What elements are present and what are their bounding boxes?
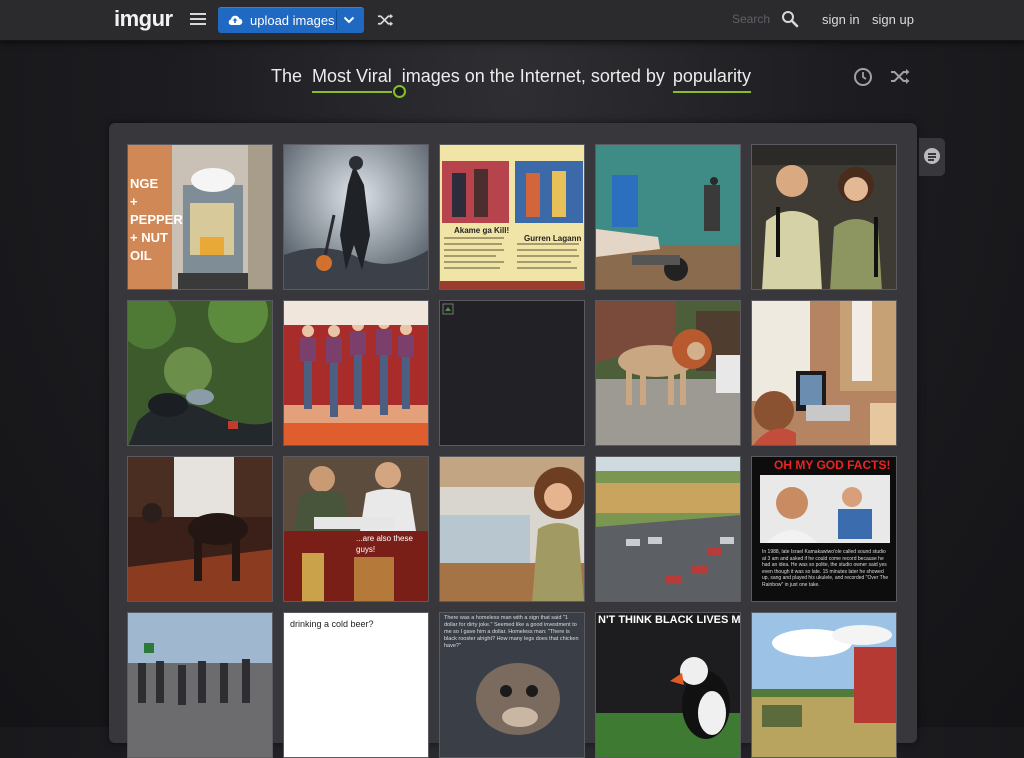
anime-comparison-image [440,145,584,289]
two-singers-image [752,145,896,289]
tile-caption: OH MY GOD FACTS! [774,458,891,472]
upload-images-button[interactable]: upload images [218,7,364,33]
section-selector[interactable]: Most Viral [312,66,406,98]
street-crowd-image [128,613,272,757]
sort-selector[interactable]: popularity [672,66,751,93]
image-tile[interactable] [751,144,897,290]
selector-ring-icon [392,85,406,98]
tile-caption: NGE + PEPPER + NUT OIL [130,176,183,263]
bakery-woman-image [440,457,584,601]
image-tile[interactable] [751,612,897,758]
menu-icon[interactable] [190,13,206,27]
cloud-upload-icon [228,15,243,26]
comment-toggle-button[interactable] [919,138,945,176]
search-icon[interactable] [781,10,799,28]
tile-caption: N'T THINK BLACK LIVES MAT [598,614,741,626]
broken-image-placeholder [440,301,584,445]
image-tile[interactable] [595,144,741,290]
trash-pile-image [128,301,272,445]
section-selector-label: Most Viral [312,66,392,86]
lion-dog-image [596,301,740,445]
image-tile[interactable]: Akame ga Kill! Gurren Lagann [439,144,585,290]
dark-knight-fantasy-image [284,145,428,289]
tile-caption: drinking a cold beer? [290,619,374,629]
gallery-headline: The Most Viral images on the Internet, s… [271,66,751,98]
sign-in-link[interactable]: sign in [822,12,860,27]
image-tile[interactable]: drinking a cold beer? [283,612,429,758]
dancing-group-image [284,301,428,445]
image-tile[interactable] [127,456,273,602]
image-tile[interactable]: OH MY GOD FACTS! In 1988, late Israel Ka… [751,456,897,602]
image-tile[interactable] [439,300,585,446]
farm-machinery-image [752,613,896,757]
upload-images-label: upload images [250,12,335,28]
image-tile[interactable] [595,456,741,602]
bar-horse-image [128,457,272,601]
gym-exercise-image [596,145,740,289]
headline-middle-text: images on the Internet, sorted by [401,66,665,86]
imgur-logo[interactable]: imgur [114,6,173,32]
tile-caption: There was a homeless man with a sign tha… [444,615,579,649]
image-tile[interactable] [751,300,897,446]
random-shuffle-icon[interactable] [377,12,394,28]
image-tile[interactable] [439,456,585,602]
top-navigation-bar: imgur upload images Search sign in sign … [0,0,1024,41]
image-tile[interactable] [283,144,429,290]
image-tile[interactable]: There was a homeless man with a sign tha… [439,612,585,758]
tile-caption: Akame ga Kill! [454,226,510,235]
search-input[interactable]: Search [732,12,770,26]
tile-caption: Gurren Lagann [524,234,582,243]
image-tile[interactable]: NGE + PEPPER + NUT OIL [127,144,273,290]
image-tile[interactable] [595,300,741,446]
sign-up-link[interactable]: sign up [872,12,914,27]
tile-caption: In 1988, late Israel Kamakawiwo'ole call… [762,549,889,588]
puffin-meme-image [596,613,740,757]
image-tile[interactable]: N'T THINK BLACK LIVES MAT [595,612,741,758]
shuffle-icon[interactable] [890,68,910,86]
tile-caption: ...are also these guys! [356,534,413,554]
two-panel-meme-image [284,457,428,601]
clock-icon[interactable] [853,67,873,87]
headline-prefix: The [271,66,303,86]
parking-lot-aerial-image [596,457,740,601]
image-tile[interactable] [127,612,273,758]
image-tile[interactable] [127,300,273,446]
text-post-image [284,613,428,757]
button-divider [336,10,337,30]
image-tile[interactable]: ...are also these guys! [283,456,429,602]
image-tile[interactable] [283,300,429,446]
laptop-room-image [752,301,896,445]
comment-icon [924,148,940,164]
chevron-down-icon[interactable] [342,13,356,27]
